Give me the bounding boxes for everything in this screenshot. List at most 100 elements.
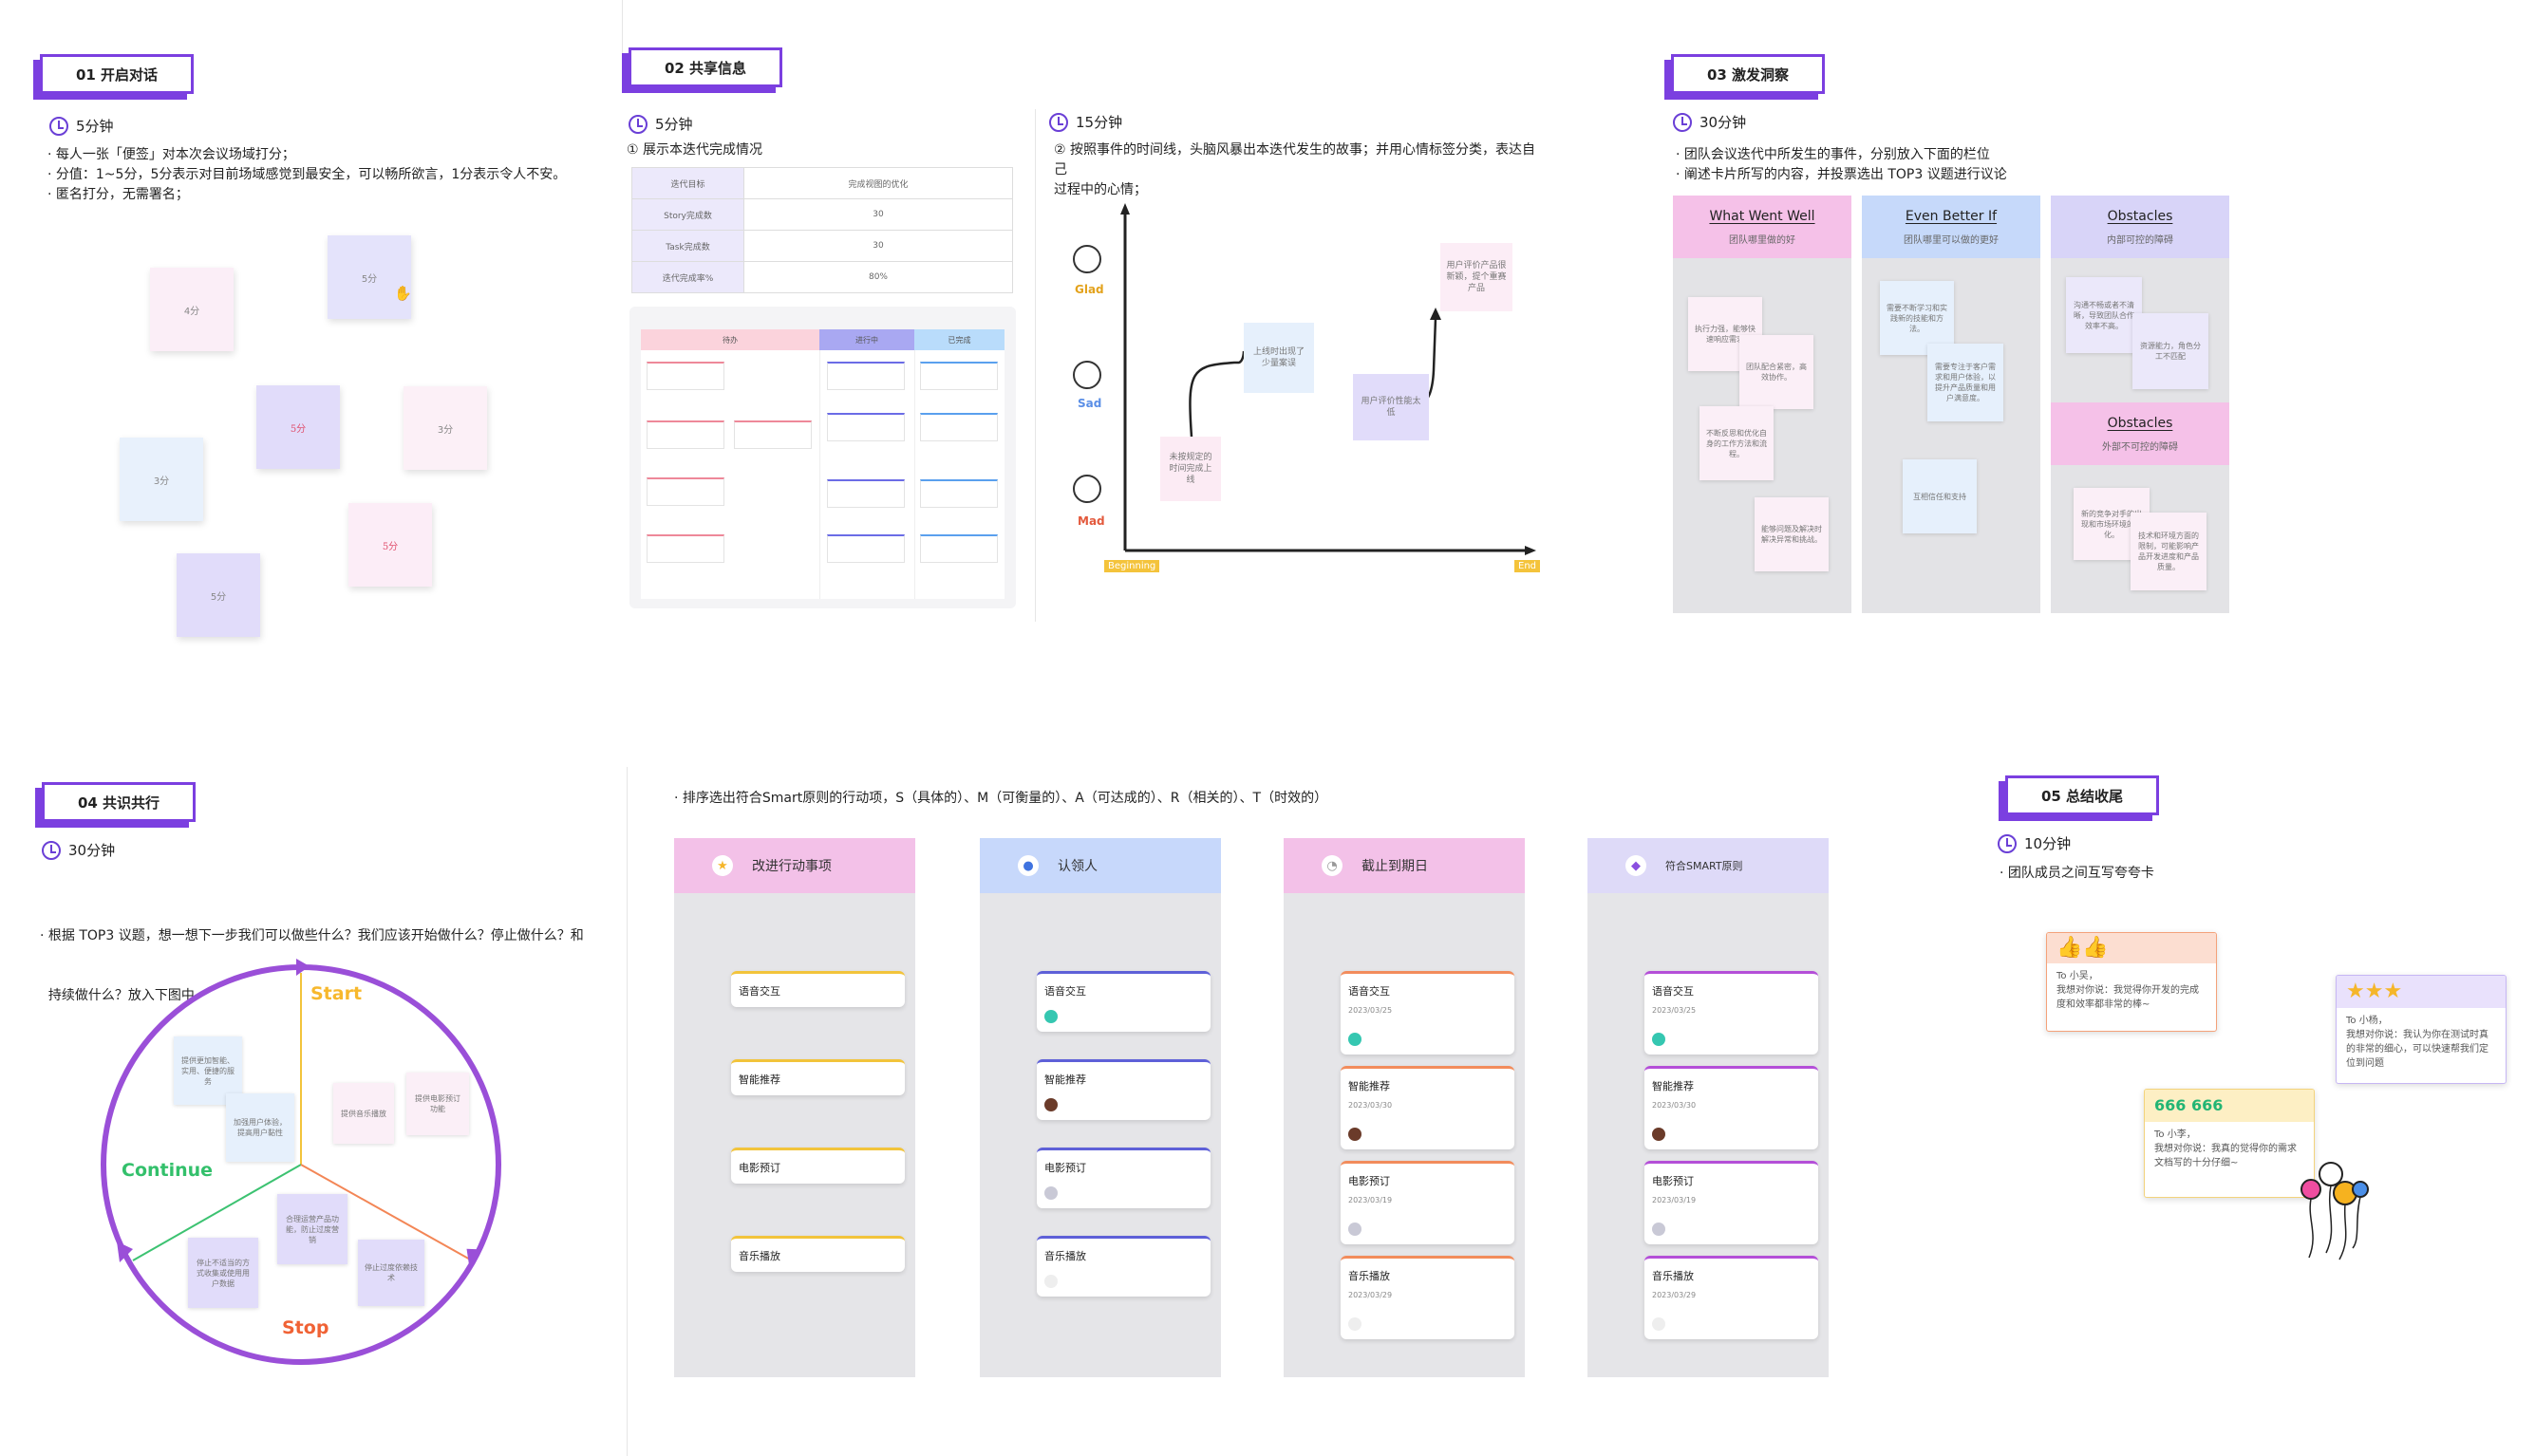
kanban-card[interactable]	[827, 534, 905, 563]
owner-card[interactable]: 智能推荐	[1037, 1059, 1211, 1120]
kanban-card[interactable]	[647, 534, 724, 563]
action-note[interactable]: 提供电影预订功能	[406, 1073, 469, 1135]
kanban-card[interactable]	[647, 362, 724, 390]
sticky-note[interactable]: 3分	[404, 386, 487, 470]
smart-column: ● 认领人 语音交互 智能推荐 电影预订 音乐播放	[980, 838, 1221, 1377]
due-date: 2023/03/25	[1348, 1006, 1393, 1015]
sticky-note[interactable]: 5分	[177, 553, 260, 637]
kanban-card[interactable]	[920, 479, 998, 508]
retro-note[interactable]: 技术和环境方面的限制，可能影响产品开发进度和产品质量。	[2131, 513, 2206, 590]
kudos-to: To 小杨，	[2346, 1016, 2388, 1026]
kanban-card[interactable]	[827, 479, 905, 508]
card-title: 电影预订	[1652, 1175, 1694, 1187]
sticky-note[interactable]: 5分	[348, 503, 432, 587]
kanban-card[interactable]	[920, 413, 998, 441]
smart-card[interactable]: 智能推荐 2023/03/30	[1644, 1066, 1818, 1149]
retro-title: Obstacles	[2107, 208, 2173, 224]
due-card[interactable]: 语音交互 2023/03/25	[1341, 971, 1514, 1055]
due-date: 2023/03/25	[1652, 1006, 1697, 1015]
action-note[interactable]: 提供音乐播放	[333, 1083, 394, 1144]
event-note[interactable]: 用户评价产品很新颖，提个重赛产品	[1440, 243, 1512, 311]
kanban-card[interactable]	[647, 420, 724, 449]
time-label: 10分钟	[2024, 835, 2072, 852]
star-icon: ★★★	[2337, 976, 2506, 1008]
action-card[interactable]: 语音交互	[731, 971, 905, 1007]
due-card[interactable]: 智能推荐 2023/03/30	[1341, 1066, 1514, 1149]
sticky-note[interactable]: 5分	[256, 385, 340, 469]
text-line: ② 按照事件的时间线，头脑风暴出本迭代发生的故事；并用心情标签分类，表达自己	[1054, 142, 1535, 177]
retro-note[interactable]: 资源能力，角色分工不匹配	[2132, 313, 2208, 389]
kanban-card[interactable]	[827, 413, 905, 441]
avatar	[1348, 1128, 1361, 1141]
kanban-card[interactable]	[647, 477, 724, 506]
sticky-note[interactable]: 5分 ✋	[328, 235, 412, 319]
owner-card[interactable]: 电影预订	[1037, 1148, 1211, 1208]
clock-icon: ◔	[1322, 855, 1343, 876]
smart-card[interactable]: 电影预订 2023/03/19	[1644, 1161, 1818, 1244]
column-title: 截止到期日	[1361, 859, 1428, 874]
retro-note[interactable]: 需要专注于客户需求和用户体验，以提升产品质量和用户满意度。	[1927, 344, 2003, 421]
time-label: 5分钟	[76, 118, 114, 135]
avatar	[1044, 1098, 1058, 1111]
retro-note[interactable]: 互相信任和支持	[1903, 459, 1977, 533]
mood-label: Mad	[1078, 514, 1105, 528]
kanban-card[interactable]	[920, 534, 998, 563]
clock-icon	[1673, 112, 1692, 132]
time-label: 5分钟	[655, 116, 693, 133]
kudos-card[interactable]: 👍👍 To 小吴， 我想对你说：我觉得你开发的完成度和效率都非常的棒~	[2046, 932, 2217, 1032]
avatar	[1652, 1223, 1665, 1236]
event-note[interactable]: 用户评价性能太低	[1353, 374, 1429, 440]
kanban-header: 已完成	[914, 329, 1005, 350]
iteration-table: 迭代目标 完成视图的优化 Story完成数 30 Task完成数 30 迭代完成率% 8…	[631, 167, 1013, 293]
sticky-note[interactable]: 3分	[120, 438, 203, 521]
arrow-icon	[296, 959, 310, 976]
owner-card[interactable]: 音乐播放	[1037, 1236, 1211, 1297]
retro-subtitle: 内部可控的障碍	[2107, 234, 2173, 246]
due-card[interactable]: 音乐播放 2023/03/29	[1341, 1256, 1514, 1339]
card-title: 电影预订	[1044, 1162, 1086, 1174]
smart-instructions: · 排序选出符合Smart原则的行动项，S（具体的）、M（可衡量的）、A（可达成…	[674, 791, 1328, 806]
smart-card[interactable]: 语音交互 2023/03/25	[1644, 971, 1818, 1055]
mood-label: Glad	[1075, 283, 1104, 296]
kanban-card[interactable]	[920, 362, 998, 390]
time-row: 5分钟	[629, 114, 693, 134]
smart-column: ◆ 符合SMART原则 语音交互 2023/03/25 智能推荐 2023/03/30…	[1587, 838, 1829, 1377]
action-note[interactable]: 停止不适当的方式收集或使用用户数据	[188, 1238, 258, 1308]
time-row: 5分钟	[49, 116, 114, 136]
mood-label: Sad	[1078, 397, 1102, 410]
retro-subtitle: 外部不可控的障碍	[2102, 441, 2178, 453]
smart-card[interactable]: 音乐播放 2023/03/29	[1644, 1256, 1818, 1339]
event-note[interactable]: 上线时出现了少量案误	[1244, 323, 1314, 393]
event-note[interactable]: 未按规定的时间完成上线	[1160, 437, 1221, 501]
kanban-card[interactable]	[734, 420, 812, 449]
action-note[interactable]: 加强用户体验，提高用户黏性	[226, 1093, 294, 1162]
retro-note[interactable]: 沟通不畅或者不清晰，导致团队合作效率不高。	[2066, 277, 2142, 353]
action-note[interactable]: 合理运营产品功能，防止过度营销	[277, 1194, 347, 1264]
retro-note[interactable]: 能够问题及解决时解决异常和挑战。	[1755, 497, 1829, 571]
retro-note[interactable]: 不断反思和优化自身的工作方法和流程。	[1699, 406, 1774, 480]
retro-header: What Went Well 团队哪里做的好	[1673, 196, 1851, 258]
text-line: · 每人一张「便签」对本次会议场域打分；	[47, 147, 295, 162]
avatar	[1044, 1275, 1058, 1288]
due-card[interactable]: 电影预订 2023/03/19	[1341, 1161, 1514, 1244]
action-note[interactable]: 停止过度依赖技术	[358, 1240, 424, 1306]
avatar	[1044, 1186, 1058, 1200]
balloons-icon	[2300, 1162, 2369, 1260]
avatar	[1652, 1033, 1665, 1046]
action-card[interactable]: 音乐播放	[731, 1236, 905, 1272]
clock-icon	[1998, 833, 2017, 853]
card-title: 音乐播放	[1044, 1250, 1086, 1262]
section-03-tag: 03 激发洞察	[1671, 54, 1825, 94]
s2-desc-2: ② 按照事件的时间线，头脑风暴出本迭代发生的故事；并用心情标签分类，表达自己 过…	[1054, 140, 1548, 200]
time-row: 15分钟	[1049, 112, 1122, 132]
sticky-note[interactable]: 4分	[150, 268, 234, 351]
due-date: 2023/03/19	[1652, 1196, 1697, 1204]
kanban-card[interactable]	[827, 362, 905, 390]
action-card[interactable]: 智能推荐	[731, 1059, 905, 1095]
owner-card[interactable]: 语音交互	[1037, 971, 1211, 1032]
action-card[interactable]: 电影预订	[731, 1148, 905, 1184]
axis-label: End	[1514, 560, 1541, 572]
kudos-card[interactable]: ★★★ To 小杨， 我想对你说：我认为你在测试时真的非常的细心，可以快速帮我们定…	[2336, 975, 2507, 1084]
retro-note[interactable]: 团队配合紧密，高效协作。	[1739, 335, 1813, 409]
kudos-card[interactable]: 666 666 To 小李， 我想对你说：我真的觉得你的需求文档写的十分仔细~	[2144, 1089, 2315, 1198]
